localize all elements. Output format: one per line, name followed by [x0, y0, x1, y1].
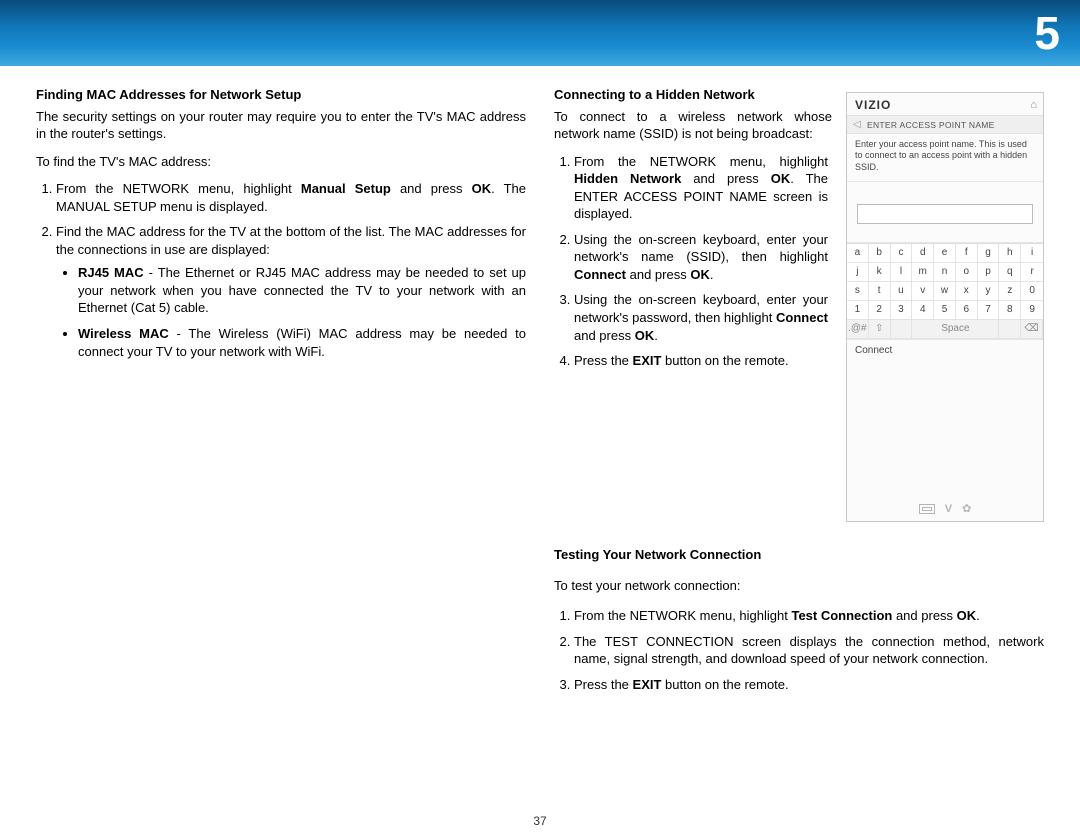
key-y[interactable]: y	[978, 282, 1000, 301]
key-j[interactable]: j	[847, 263, 869, 282]
left-column: Finding MAC Addresses for Network Setup …	[36, 86, 526, 701]
key-v[interactable]: v	[912, 282, 934, 301]
page-number: 37	[0, 814, 1080, 828]
left-bullets: RJ45 MAC - The Ethernet or RJ45 MAC addr…	[56, 264, 526, 360]
testing-lead: To test your network connection:	[554, 577, 1044, 595]
key-d[interactable]: d	[912, 244, 934, 263]
key-u[interactable]: u	[891, 282, 913, 301]
right-step-2: Using the on-screen keyboard, enter your…	[574, 231, 828, 284]
left-heading: Finding MAC Addresses for Network Setup	[36, 86, 526, 104]
vizio-input-wrap	[847, 182, 1043, 243]
key-i[interactable]: i	[1021, 244, 1043, 263]
key-8[interactable]: 8	[999, 301, 1021, 320]
on-screen-keyboard: a b c d e f g h i j k l m	[847, 243, 1043, 339]
key-k[interactable]: k	[869, 263, 891, 282]
testing-step-3: Press the EXIT button on the remote.	[574, 676, 1044, 694]
key-m[interactable]: m	[912, 263, 934, 282]
chapter-number: 5	[1034, 6, 1060, 60]
key-a[interactable]: a	[847, 244, 869, 263]
key-c[interactable]: c	[891, 244, 913, 263]
key-h[interactable]: h	[999, 244, 1021, 263]
key-0[interactable]: 0	[1021, 282, 1043, 301]
key-o[interactable]: o	[956, 263, 978, 282]
key-b[interactable]: b	[869, 244, 891, 263]
left-step-2: Find the MAC address for the TV at the b…	[56, 223, 526, 360]
key-shift[interactable]: ⇧	[869, 320, 891, 339]
left-intro: The security settings on your router may…	[36, 108, 526, 143]
header-band: 5	[0, 0, 1080, 66]
testing-step-1: From the NETWORK menu, highlight Test Co…	[574, 607, 1044, 625]
right-column: Connecting to a Hidden Network To connec…	[554, 86, 832, 522]
key-w[interactable]: w	[934, 282, 956, 301]
vizio-description: Enter your access point name. This is us…	[847, 134, 1043, 182]
key-backspace[interactable]: ⌫	[1021, 320, 1043, 339]
key-q[interactable]: q	[999, 263, 1021, 282]
home-icon[interactable]: ⌂	[1030, 99, 1037, 111]
key-l[interactable]: l	[891, 263, 913, 282]
key-s[interactable]: s	[847, 282, 869, 301]
left-bullet-wireless: Wireless MAC - The Wireless (WiFi) MAC a…	[78, 325, 526, 360]
key-empty-2[interactable]	[999, 320, 1021, 339]
key-p[interactable]: p	[978, 263, 1000, 282]
key-symbols[interactable]: .@#	[847, 320, 869, 339]
key-t[interactable]: t	[869, 282, 891, 301]
access-point-input[interactable]	[857, 204, 1033, 224]
page: 5 Finding MAC Addresses for Network Setu…	[0, 0, 1080, 834]
key-6[interactable]: 6	[956, 301, 978, 320]
testing-heading: Testing Your Network Connection	[554, 546, 1044, 564]
vizio-footer-icons: V ✿	[847, 502, 1043, 515]
key-r[interactable]: r	[1021, 263, 1043, 282]
gear-icon[interactable]: ✿	[962, 502, 971, 515]
right-step-3: Using the on-screen keyboard, enter your…	[574, 291, 828, 344]
v-icon[interactable]: V	[945, 503, 952, 515]
key-e[interactable]: e	[934, 244, 956, 263]
left-steps: From the NETWORK menu, highlight Manual …	[36, 180, 526, 360]
key-9[interactable]: 9	[1021, 301, 1043, 320]
key-2[interactable]: 2	[869, 301, 891, 320]
left-step-1: From the NETWORK menu, highlight Manual …	[56, 180, 526, 215]
key-empty[interactable]	[891, 320, 913, 339]
key-space[interactable]: Space	[912, 320, 999, 339]
left-lead: To find the TV's MAC address:	[36, 153, 526, 171]
key-f[interactable]: f	[956, 244, 978, 263]
right-step-4: Press the EXIT button on the remote.	[574, 352, 828, 370]
key-1[interactable]: 1	[847, 301, 869, 320]
body: Finding MAC Addresses for Network Setup …	[0, 66, 1080, 711]
key-7[interactable]: 7	[978, 301, 1000, 320]
key-3[interactable]: 3	[891, 301, 913, 320]
vizio-panel-header: VIZIO ⌂	[847, 93, 1043, 116]
key-5[interactable]: 5	[934, 301, 956, 320]
right-heading: Connecting to a Hidden Network	[554, 86, 832, 104]
key-x[interactable]: x	[956, 282, 978, 301]
wide-icon[interactable]	[919, 504, 935, 514]
testing-step-2: The TEST CONNECTION screen displays the …	[574, 633, 1044, 668]
left-bullet-rj45: RJ45 MAC - The Ethernet or RJ45 MAC addr…	[78, 264, 526, 317]
key-n[interactable]: n	[934, 263, 956, 282]
right-steps: From the NETWORK menu, highlight Hidden …	[554, 153, 832, 370]
testing-steps: From the NETWORK menu, highlight Test Co…	[554, 607, 1044, 693]
right-column-wrap: Connecting to a Hidden Network To connec…	[554, 86, 1044, 701]
vizio-logo: VIZIO	[855, 98, 891, 112]
testing-section: Testing Your Network Connection To test …	[554, 522, 1044, 701]
right-intro: To connect to a wireless network whose n…	[554, 108, 832, 143]
key-z[interactable]: z	[999, 282, 1021, 301]
connect-button[interactable]: Connect	[847, 339, 1043, 361]
right-step-1: From the NETWORK menu, highlight Hidden …	[574, 153, 828, 223]
vizio-subheader-text: ENTER ACCESS POINT NAME	[867, 120, 995, 130]
back-icon[interactable]: ◁	[853, 119, 861, 130]
vizio-subheader: ◁ ENTER ACCESS POINT NAME	[847, 116, 1043, 134]
vizio-panel: VIZIO ⌂ ◁ ENTER ACCESS POINT NAME Enter …	[846, 92, 1044, 522]
key-g[interactable]: g	[978, 244, 1000, 263]
key-4[interactable]: 4	[912, 301, 934, 320]
